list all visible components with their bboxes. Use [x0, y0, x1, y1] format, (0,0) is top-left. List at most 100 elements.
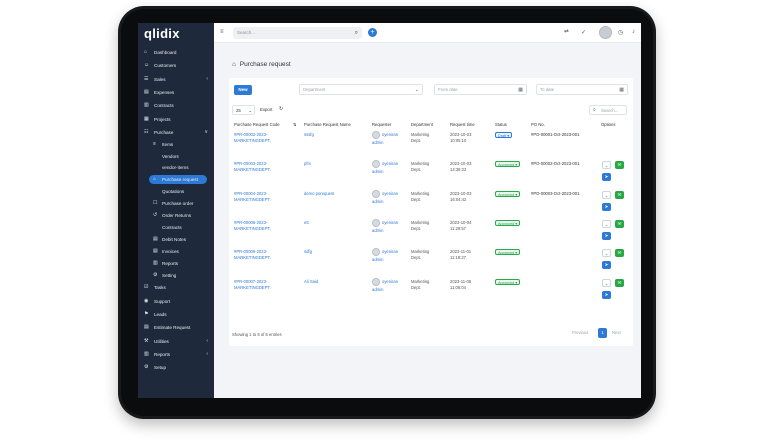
- user-avatar[interactable]: [599, 26, 612, 39]
- share-icon[interactable]: ➤: [602, 231, 611, 240]
- status-badge[interactable]: Approved ▾: [495, 278, 521, 285]
- per-page-select[interactable]: 25 ⌄: [232, 105, 255, 115]
- new-button[interactable]: New: [234, 85, 252, 95]
- chevron-down-icon[interactable]: ⌄: [602, 161, 611, 170]
- chat-icon[interactable]: ✉: [615, 219, 624, 228]
- sidebar-item-leads[interactable]: ⚑ Leads: [138, 309, 214, 320]
- page-1-button[interactable]: 1: [598, 328, 607, 338]
- refresh-icon[interactable]: ↻: [279, 106, 283, 112]
- sidebar-item-customers[interactable]: ☺ Customers: [138, 60, 214, 71]
- sidebar-item-vendor-items[interactable]: vendor-items: [138, 162, 214, 173]
- chevron-down-icon[interactable]: ⌄: [602, 219, 611, 228]
- chat-icon[interactable]: ✉: [615, 190, 624, 199]
- requester-name[interactable]: oyeniran: [382, 279, 398, 285]
- chevron-down-icon[interactable]: ⌄: [602, 249, 611, 258]
- sidebar-item-reports[interactable]: ▥ Reports ‹: [138, 349, 214, 360]
- sidebar-item-purchase-request[interactable]: ⌂ Purchase request: [138, 174, 214, 185]
- to-date-input[interactable]: To date ▦: [536, 84, 628, 95]
- request-code[interactable]: MARKETINGDEPT.: [234, 226, 271, 232]
- share-icon[interactable]: ➤: [602, 261, 611, 270]
- bell-icon[interactable]: ♪: [632, 29, 635, 35]
- sidebar-item-dashboard[interactable]: ⌂ Dashboard: [138, 47, 214, 58]
- column-header-po-no[interactable]: PO No.: [531, 122, 545, 127]
- share-icon[interactable]: ➤: [602, 290, 611, 299]
- sidebar-item-sales[interactable]: ☰ Sales ‹: [138, 74, 214, 85]
- requester-name[interactable]: oyeniran: [382, 220, 398, 226]
- sidebar-item-contracts[interactable]: Contracts: [138, 222, 214, 233]
- chevron-down-icon[interactable]: ⌄: [602, 190, 611, 199]
- request-name[interactable]: pfrx: [304, 161, 311, 167]
- requester-role[interactable]: admin: [372, 199, 383, 205]
- request-name[interactable]: ett: [304, 220, 309, 226]
- requester-role[interactable]: admin: [372, 257, 383, 263]
- request-code[interactable]: #PR-00005-2023-: [234, 220, 267, 226]
- sidebar-item-reports[interactable]: ▥ Reports: [138, 258, 214, 269]
- sidebar-item-vendors[interactable]: Vendors: [138, 151, 214, 162]
- column-header-request-time[interactable]: Request time: [450, 122, 475, 127]
- request-code[interactable]: MARKETINGDEPT.: [234, 285, 271, 291]
- requester-role[interactable]: admin: [372, 140, 383, 146]
- requester-role[interactable]: admin: [372, 287, 383, 293]
- column-header-department[interactable]: Department: [411, 122, 433, 127]
- requester-role[interactable]: admin: [372, 169, 383, 175]
- share-icon[interactable]: ⮂: [564, 29, 569, 36]
- sidebar-item-tasks[interactable]: ☑ Tasks: [138, 282, 214, 293]
- request-code[interactable]: MARKETINGDEPT.: [234, 167, 271, 173]
- sidebar-item-invoices[interactable]: ▤ Invoices: [138, 246, 214, 257]
- sidebar-item-purchase[interactable]: ☷ Purchase ∨: [138, 127, 214, 138]
- requester-name[interactable]: oyeniran: [382, 191, 398, 197]
- requester-name[interactable]: oyeniran: [382, 132, 398, 138]
- request-code[interactable]: #PR-00006-2023-: [234, 249, 267, 255]
- from-date-input[interactable]: From date ▦: [434, 84, 527, 95]
- chevron-down-icon[interactable]: ⌄: [602, 278, 611, 287]
- sidebar-item-utilities[interactable]: ⚒ Utilities ‹: [138, 336, 214, 347]
- request-code[interactable]: #PR-00002-2023-: [234, 132, 267, 138]
- request-code[interactable]: MARKETINGDEPT.: [234, 197, 271, 203]
- sort-icon[interactable]: ⇅: [293, 122, 297, 127]
- sidebar-item-projects[interactable]: ▦ Projects: [138, 114, 214, 125]
- status-badge[interactable]: Draft ▾: [495, 132, 513, 138]
- chat-icon[interactable]: ✉: [615, 249, 624, 258]
- requester-role[interactable]: admin: [372, 228, 383, 234]
- column-header-name[interactable]: Purchase Request Name: [304, 122, 351, 127]
- share-icon[interactable]: ➤: [602, 202, 611, 211]
- sidebar-item-quotations[interactable]: Quotations: [138, 186, 214, 197]
- request-name[interactable]: demo porequest: [304, 191, 334, 197]
- add-button[interactable]: +: [368, 28, 377, 37]
- menu-icon[interactable]: ≡: [220, 29, 224, 35]
- export-button[interactable]: Export: [260, 107, 272, 112]
- request-code[interactable]: #PR-00003-2023-: [234, 161, 267, 167]
- requester-name[interactable]: oyeniran: [382, 161, 398, 167]
- request-code[interactable]: #PR-00007-2023-: [234, 279, 267, 285]
- search-input[interactable]: Search... ⌕: [233, 27, 362, 39]
- request-code[interactable]: #PR-00004-2023-: [234, 191, 267, 197]
- request-name[interactable]: sdfg: [304, 249, 312, 255]
- sidebar-item-order-returns[interactable]: ↺ Order Returns: [138, 210, 214, 221]
- requester-name[interactable]: oyeniran: [382, 249, 398, 255]
- request-code[interactable]: MARKETINGDEPT.: [234, 138, 271, 144]
- sidebar-item-debit-notes[interactable]: ▤ Debit Notes: [138, 234, 214, 245]
- sidebar-item-expenses[interactable]: ▤ Expenses: [138, 87, 214, 98]
- status-badge[interactable]: Approved ▾: [495, 161, 521, 168]
- status-badge[interactable]: Approved ▾: [495, 249, 521, 256]
- sidebar-item-setup[interactable]: ⚙ Setup: [138, 362, 214, 373]
- next-button[interactable]: Next: [609, 328, 624, 338]
- column-header-status[interactable]: Status: [495, 122, 507, 127]
- status-badge[interactable]: Approved ▾: [495, 190, 521, 197]
- check-icon[interactable]: ✓: [581, 29, 586, 36]
- clock-icon[interactable]: ◷: [618, 29, 623, 36]
- chat-icon[interactable]: ✉: [615, 278, 624, 287]
- chat-icon[interactable]: ✉: [615, 161, 624, 170]
- department-select[interactable]: Department ⌄: [299, 84, 423, 95]
- sidebar-item-estimate-request[interactable]: ▤ Estimate Request: [138, 322, 214, 333]
- sidebar-item-support[interactable]: ◉ Support: [138, 296, 214, 307]
- request-code[interactable]: MARKETINGDEPT.: [234, 255, 271, 261]
- sidebar-item-setting[interactable]: ⚙ Setting: [138, 270, 214, 281]
- request-name[interactable]: Ali Said: [304, 279, 318, 285]
- column-header-requester[interactable]: Requester: [372, 122, 391, 127]
- previous-button[interactable]: Previous: [569, 328, 591, 338]
- share-icon[interactable]: ➤: [602, 173, 611, 182]
- sidebar-item-items[interactable]: ≡ Items: [138, 139, 214, 150]
- column-header-code[interactable]: Purchase Request Code: [234, 122, 280, 127]
- sidebar-item-contracts[interactable]: ▥ Contracts: [138, 100, 214, 111]
